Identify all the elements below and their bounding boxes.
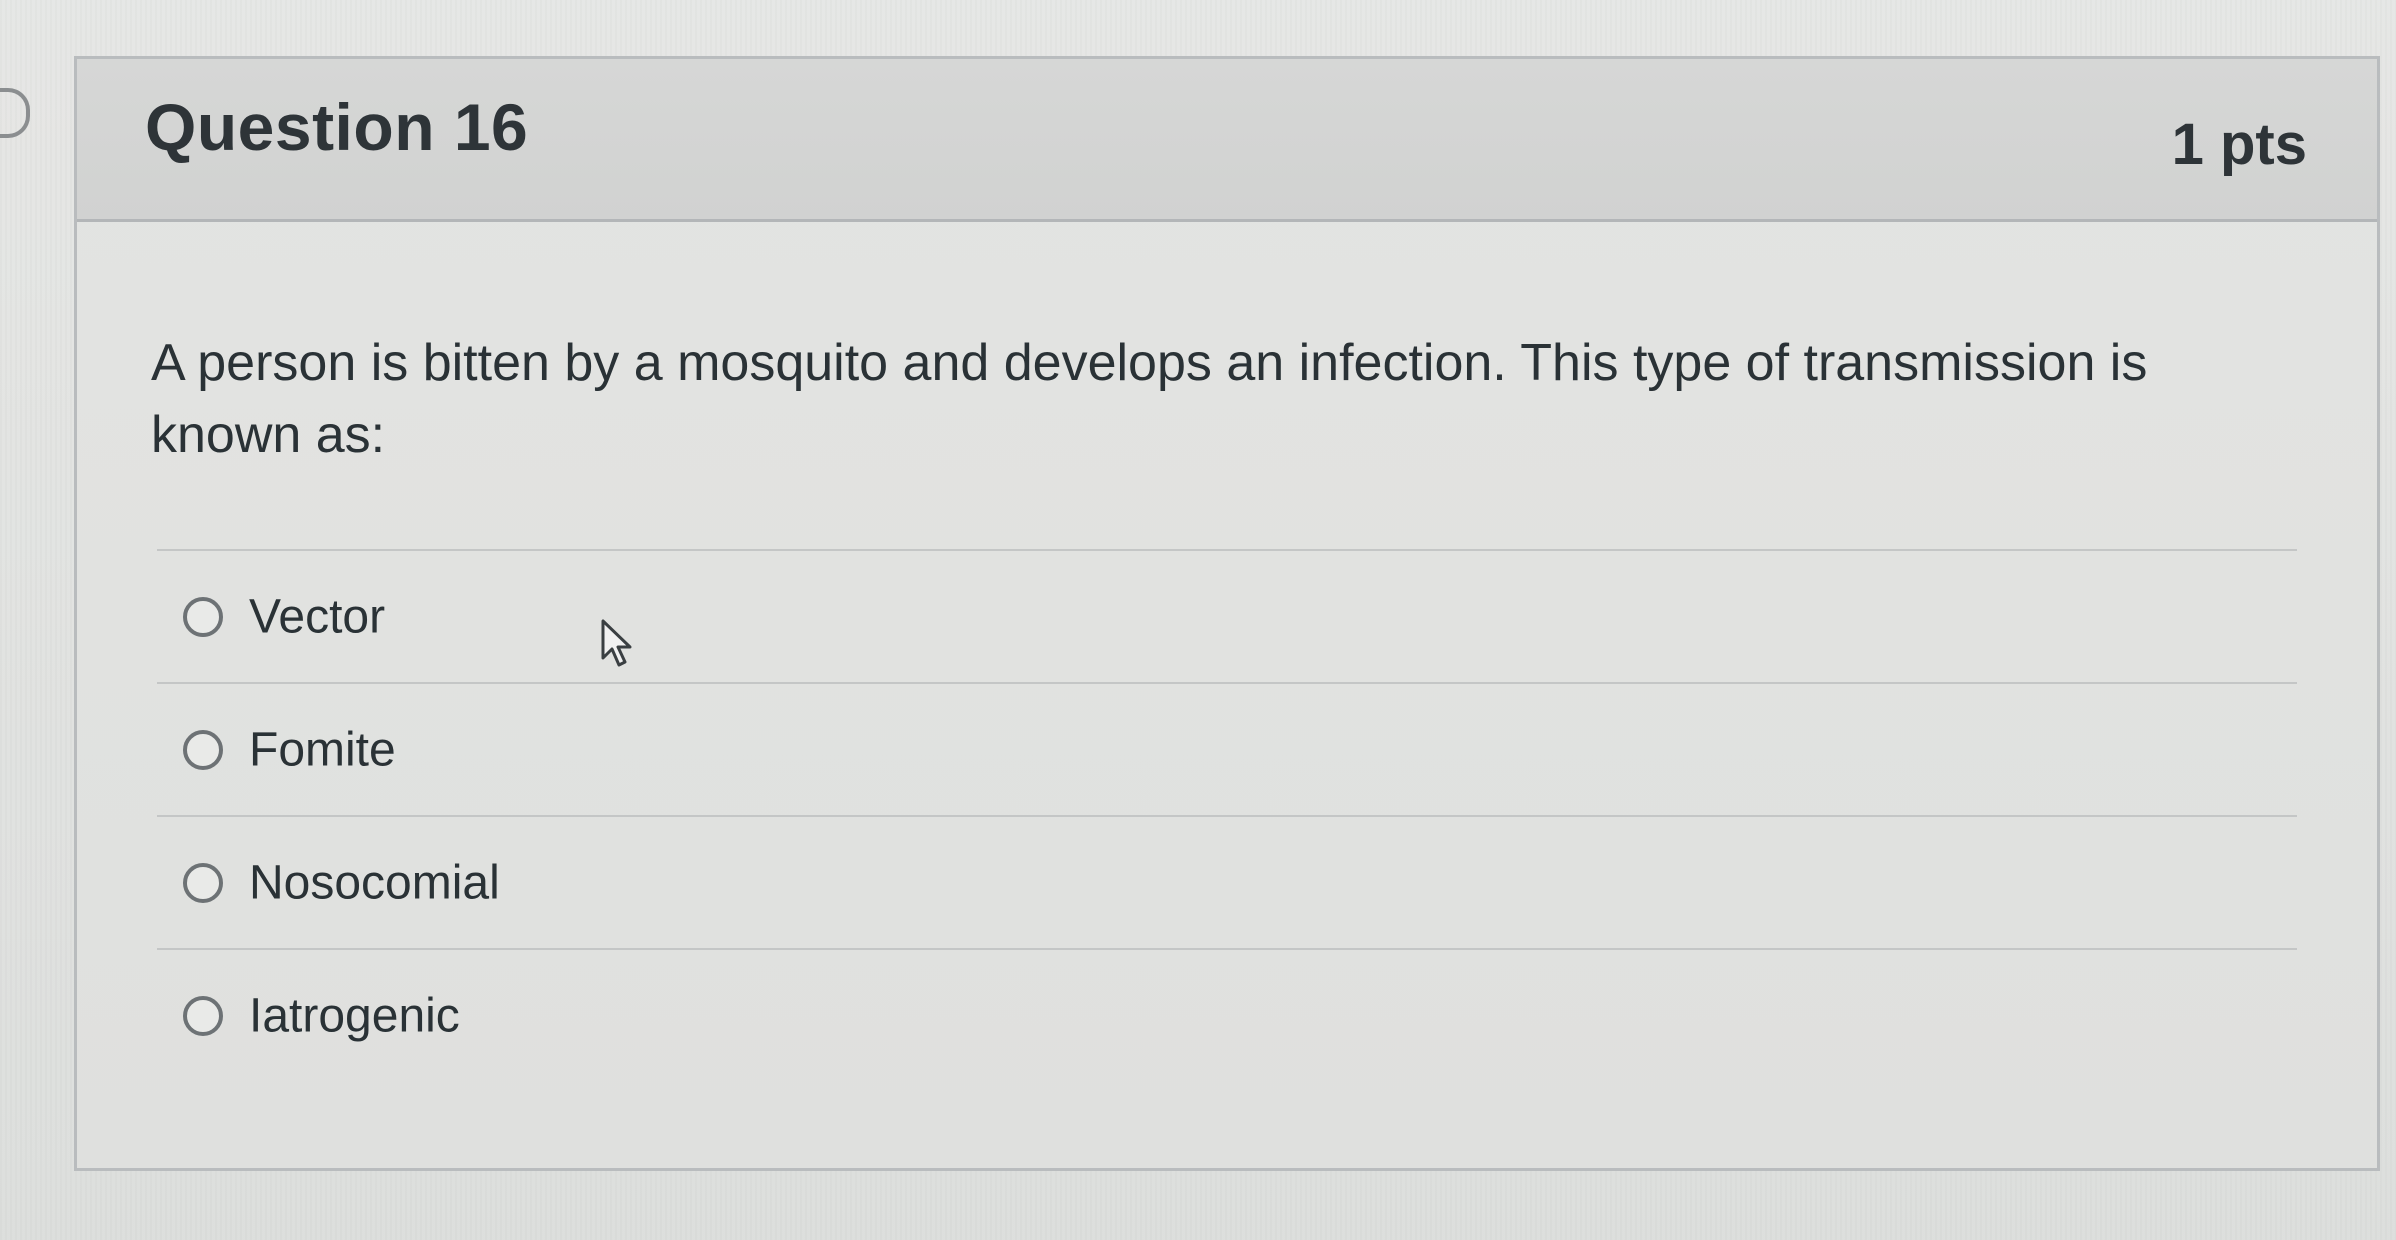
question-points: 1 pts <box>2171 112 2307 177</box>
answer-list: Vector Fomite Nosocomial Iatrogenic <box>157 549 2297 1081</box>
radio-button[interactable] <box>183 995 223 1036</box>
answer-option-fomite[interactable]: Fomite <box>157 682 2297 815</box>
answer-option-nosocomial[interactable]: Nosocomial <box>157 815 2297 948</box>
radio-button[interactable] <box>183 596 223 637</box>
answer-label[interactable]: Vector <box>249 589 385 644</box>
answer-option-vector[interactable]: Vector <box>157 549 2297 682</box>
question-text: A person is bitten by a mosquito and dev… <box>151 334 2148 464</box>
radio-button[interactable] <box>183 862 223 903</box>
answer-label[interactable]: Nosocomial <box>249 855 500 910</box>
answer-option-iatrogenic[interactable]: Iatrogenic <box>157 948 2297 1081</box>
answer-label[interactable]: Iatrogenic <box>249 988 460 1043</box>
radio-button[interactable] <box>183 729 223 770</box>
quiz-page: Question 16 1 pts A person is bitten by … <box>0 0 2396 1240</box>
flag-icon[interactable] <box>0 88 30 138</box>
question-title: Question 16 <box>145 90 529 164</box>
answer-label[interactable]: Fomite <box>249 722 396 777</box>
question-card: Question 16 1 pts A person is bitten by … <box>74 56 2380 1171</box>
mouse-pointer-icon <box>601 619 632 667</box>
question-header: Question 16 1 pts <box>77 59 2377 222</box>
